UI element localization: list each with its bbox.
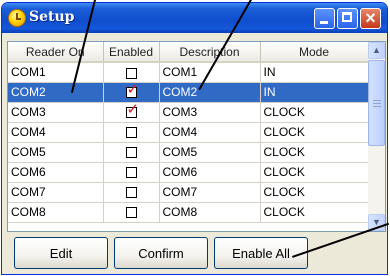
enabled-cell[interactable] (103, 142, 160, 163)
description-cell[interactable]: COM7 (159, 182, 261, 203)
checkmark-icon: ✓ (126, 82, 140, 99)
close-button[interactable]: × (360, 8, 381, 29)
reader-cell[interactable]: COM5 (8, 142, 104, 163)
reader-cell[interactable]: COM7 (8, 182, 104, 203)
description-cell[interactable]: COM3 (159, 102, 261, 123)
setup-window: Setup × Reader On Enabled Description Mo… (1, 2, 388, 275)
table-row[interactable]: COM1 COM1 IN (8, 62, 369, 83)
clock-icon (8, 9, 26, 27)
enabled-cell[interactable] (103, 162, 160, 183)
grip-line (373, 103, 381, 104)
reader-cell[interactable]: COM4 (8, 122, 104, 143)
confirm-button[interactable]: Confirm (114, 237, 208, 269)
grip-line (373, 100, 381, 101)
minimize-icon (320, 21, 328, 24)
enable-all-button[interactable]: Enable All (214, 237, 308, 269)
window-title: Setup (29, 9, 75, 25)
enabled-checkbox[interactable]: ✓ (125, 102, 139, 119)
column-header-reader[interactable]: Reader On (8, 42, 104, 63)
enabled-checkbox[interactable] (125, 187, 137, 199)
vertical-scrollbar[interactable]: ▲ ▼ (368, 42, 385, 231)
enabled-checkbox[interactable]: ✓ (125, 82, 139, 99)
enabled-checkbox[interactable] (125, 167, 137, 179)
mode-cell[interactable]: CLOCK (260, 102, 369, 123)
enabled-cell[interactable]: ✓ (103, 82, 160, 103)
column-header-mode[interactable]: Mode (260, 42, 369, 63)
minimize-button[interactable] (314, 8, 335, 29)
description-cell[interactable]: COM8 (159, 202, 261, 223)
description-cell[interactable]: COM4 (159, 122, 261, 143)
scroll-up-button[interactable]: ▲ (368, 42, 385, 59)
mode-cell[interactable]: CLOCK (260, 202, 369, 223)
grip-line (373, 106, 381, 107)
mode-cell[interactable]: CLOCK (260, 182, 369, 203)
chevron-up-icon: ▲ (372, 45, 381, 55)
mode-cell[interactable]: CLOCK (260, 162, 369, 183)
table-row[interactable]: COM5 COM5 CLOCK (8, 142, 369, 163)
table-row[interactable]: COM6 COM6 CLOCK (8, 162, 369, 183)
enabled-cell[interactable]: ✓ (103, 102, 160, 123)
reader-grid: Reader On Enabled Description Mode COM1 C… (7, 41, 386, 232)
reader-cell[interactable]: COM8 (8, 202, 104, 223)
enabled-cell[interactable] (103, 202, 160, 223)
table-row[interactable]: COM4 COM4 CLOCK (8, 122, 369, 143)
column-header-description[interactable]: Description (159, 42, 261, 63)
maximize-button[interactable] (337, 8, 358, 29)
reader-cell[interactable]: COM3 (8, 102, 104, 123)
enabled-checkbox[interactable] (125, 127, 137, 139)
mode-cell[interactable]: CLOCK (260, 142, 369, 163)
table-header-row: Reader On Enabled Description Mode (8, 42, 369, 63)
enabled-checkbox[interactable] (125, 207, 137, 219)
table-row[interactable]: COM8 COM8 CLOCK (8, 202, 369, 223)
mode-cell[interactable]: CLOCK (260, 122, 369, 143)
reader-table: Reader On Enabled Description Mode COM1 C… (8, 42, 369, 223)
reader-cell[interactable]: COM2 (8, 82, 104, 103)
enabled-checkbox[interactable] (125, 67, 137, 79)
description-cell[interactable]: COM5 (159, 142, 261, 163)
mode-cell[interactable]: IN (260, 62, 369, 83)
edit-button[interactable]: Edit (14, 237, 108, 269)
description-cell[interactable]: COM6 (159, 162, 261, 183)
enabled-cell[interactable] (103, 122, 160, 143)
reader-cell[interactable]: COM6 (8, 162, 104, 183)
table-row[interactable]: COM2 ✓ COM2 IN (8, 82, 369, 103)
mode-cell[interactable]: IN (260, 82, 369, 103)
scroll-thumb[interactable] (368, 60, 385, 146)
maximize-icon (342, 12, 352, 22)
description-cell[interactable]: COM2 (159, 82, 261, 103)
reader-cell[interactable]: COM1 (8, 62, 104, 83)
table-row[interactable]: COM7 COM7 CLOCK (8, 182, 369, 203)
column-header-enabled[interactable]: Enabled (103, 42, 160, 63)
close-icon: × (365, 8, 376, 28)
enabled-cell[interactable] (103, 182, 160, 203)
enabled-cell[interactable] (103, 62, 160, 83)
checkmark-icon: ✓ (126, 102, 140, 119)
title-bar[interactable]: Setup × (2, 3, 387, 33)
enabled-checkbox[interactable] (125, 147, 137, 159)
table-row[interactable]: COM3 ✓ COM3 CLOCK (8, 102, 369, 123)
